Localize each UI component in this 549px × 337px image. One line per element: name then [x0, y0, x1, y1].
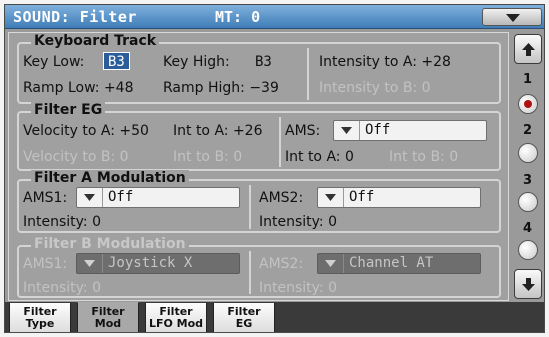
page-number-1: 1: [523, 72, 533, 87]
dropdown-arrow-icon: [84, 194, 95, 201]
dropdown-arrow-icon: [325, 260, 336, 267]
eg-ams-dropdown[interactable]: Off: [333, 120, 487, 141]
filter-eg-group: Filter EG Velocity to A: +50 Int to A: +…: [17, 102, 501, 171]
group-title-filter-a-mod: Filter A Modulation: [31, 170, 189, 186]
arrow-down-icon: [522, 278, 535, 291]
ams-int-to-b: Int to B: 0: [389, 149, 459, 165]
b-ams1-label: AMS1:: [23, 256, 68, 272]
eg-int-to-a[interactable]: Int to A: +26: [173, 123, 263, 139]
eg-int-to-b: Int to B: 0: [173, 149, 243, 165]
b-ams1-value: Joystick X: [108, 255, 193, 271]
ramp-high[interactable]: Ramp High: −39: [163, 80, 279, 96]
filter-b-modulation-group: Filter B Modulation AMS1: Joystick X AMS…: [17, 236, 501, 298]
page-title: SOUND: Filter: [13, 8, 137, 26]
key-low-label: Key Low:: [23, 54, 85, 70]
b-ams2-dropdown: Channel AT: [317, 253, 481, 274]
menu-arrow-icon: [506, 14, 520, 22]
tab-filter-type[interactable]: Filter Type: [9, 303, 71, 332]
key-high-value[interactable]: B3: [255, 54, 272, 70]
dropdown-arrow-icon: [325, 194, 336, 201]
page-radio-2[interactable]: [518, 143, 538, 163]
b-ams1-dropdown: Joystick X: [76, 253, 240, 274]
dropdown-arrow-icon: [84, 260, 95, 267]
tab-filter-eg[interactable]: Filter EG: [213, 303, 275, 332]
key-low-value[interactable]: B3: [103, 52, 130, 70]
page-scroll-column: 1 2 3 4: [512, 32, 544, 301]
eg-ams-label: AMS:: [285, 123, 321, 139]
b-intensity-1: Intensity: 0: [23, 280, 101, 296]
arrow-up-icon: [522, 43, 535, 56]
intensity-to-a[interactable]: Intensity to A: +28: [319, 54, 451, 70]
main-panel: Keyboard Track Key Low: B3 Key High: B3 …: [8, 32, 509, 301]
tab-filter-mod[interactable]: Filter Mod: [77, 302, 139, 332]
a-ams2-dropdown[interactable]: Off: [317, 187, 481, 208]
a-intensity-2[interactable]: Intensity: 0: [259, 214, 337, 230]
page-radio-4[interactable]: [518, 240, 538, 260]
page-menu-button[interactable]: [482, 8, 542, 26]
intensity-to-b: Intensity to B: 0: [319, 80, 431, 96]
page-radio-3[interactable]: [518, 192, 538, 212]
scroll-down-button[interactable]: [514, 269, 542, 299]
keyboard-track-group: Keyboard Track Key Low: B3 Key High: B3 …: [17, 33, 501, 104]
page-number-2: 2: [523, 123, 533, 138]
eg-ams-value: Off: [365, 122, 391, 138]
dropdown-arrow-icon: [341, 127, 352, 134]
page-number-4: 4: [523, 221, 533, 236]
tab-bar: Filter Type Filter Mod Filter LFO Mod Fi…: [5, 302, 544, 332]
page-number-3: 3: [523, 173, 533, 188]
tab-filter-lfo-mod[interactable]: Filter LFO Mod: [145, 303, 207, 332]
b-intensity-2: Intensity: 0: [259, 280, 337, 296]
a-ams2-label: AMS2:: [259, 190, 304, 206]
divider: [279, 117, 281, 167]
selected-dot: [524, 100, 532, 108]
divider: [249, 185, 251, 229]
a-ams1-dropdown[interactable]: Off: [76, 187, 240, 208]
velocity-to-b: Velocity to B: 0: [23, 149, 129, 165]
display-screen: SOUND: Filter MT: 0 Keyboard Track Key L…: [4, 4, 545, 333]
scroll-up-button[interactable]: [514, 34, 542, 64]
divider: [307, 48, 309, 100]
ams-int-to-a[interactable]: Int to A: 0: [285, 149, 354, 165]
group-title-keyboard-track: Keyboard Track: [31, 33, 160, 49]
divider: [249, 251, 251, 294]
group-title-filter-b-mod: Filter B Modulation: [31, 236, 189, 252]
filter-a-modulation-group: Filter A Modulation AMS1: Off AMS2: Off …: [17, 170, 501, 233]
group-title-filter-eg: Filter EG: [31, 102, 106, 118]
page-radio-1[interactable]: [518, 94, 538, 114]
a-ams1-value: Off: [108, 189, 134, 205]
ramp-low[interactable]: Ramp Low: +48: [23, 80, 134, 96]
velocity-to-a[interactable]: Velocity to A: +50: [23, 123, 149, 139]
mt-indicator: MT: 0: [215, 8, 261, 26]
a-intensity-1[interactable]: Intensity: 0: [23, 214, 101, 230]
b-ams2-label: AMS2:: [259, 256, 304, 272]
a-ams2-value: Off: [349, 189, 375, 205]
title-bar: SOUND: Filter MT: 0: [5, 5, 544, 29]
b-ams2-value: Channel AT: [349, 255, 434, 271]
a-ams1-label: AMS1:: [23, 190, 68, 206]
key-high-label: Key High:: [163, 54, 230, 70]
